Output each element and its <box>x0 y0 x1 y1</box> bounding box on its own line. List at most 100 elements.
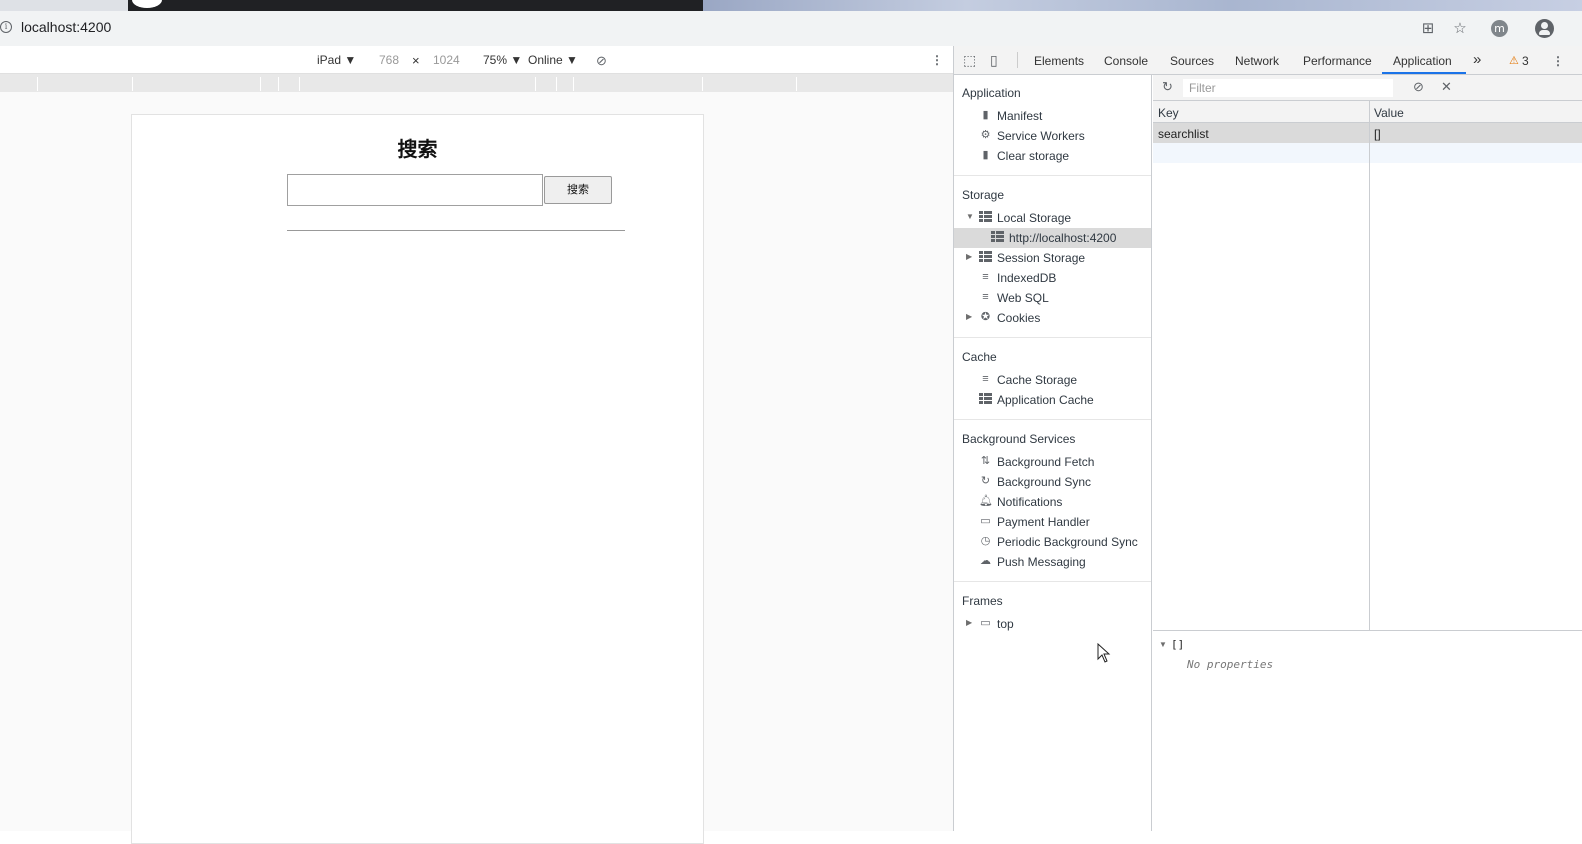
url-text[interactable]: localhost:4200 <box>21 19 111 35</box>
section-storage: Storage <box>962 188 1005 202</box>
tab-sources[interactable]: Sources <box>1170 54 1214 68</box>
sync-icon: ↻ <box>980 475 991 487</box>
width-input[interactable]: 768 <box>379 53 399 67</box>
tab-application[interactable]: Application <box>1393 54 1452 68</box>
window-icon: ▭ <box>980 617 991 629</box>
row-value[interactable]: [] <box>1374 127 1381 141</box>
devtools-menu-icon[interactable]: ⋮ <box>1552 54 1564 68</box>
divider-line <box>287 230 625 231</box>
sidebar-item-background-fetch[interactable]: ⇅ Background Fetch <box>954 452 1151 472</box>
collapsed-arrow-icon[interactable]: ▶ <box>966 312 972 321</box>
value-preview: ▼ [] No properties <box>1153 630 1582 831</box>
column-header-value[interactable]: Value <box>1374 106 1404 120</box>
device-frame: 搜索 搜索 <box>131 114 704 844</box>
site-info-icon[interactable]: i <box>0 21 12 33</box>
sidebar-item-payment-handler[interactable]: ▭ Payment Handler <box>954 512 1151 532</box>
expanded-arrow-icon[interactable]: ▼ <box>966 212 974 221</box>
sidebar-item-background-sync[interactable]: ↻ Background Sync <box>954 472 1151 492</box>
sidebar-item-frame-top[interactable]: ▶ ▭ top <box>954 614 1151 634</box>
emulated-viewport: 搜索 搜索 <box>0 92 953 844</box>
sidebar-item-service-workers[interactable]: ⚙ Service Workers <box>954 126 1151 146</box>
zoom-select[interactable]: 75% ▼ <box>483 53 522 67</box>
table-header: Key Value <box>1153 101 1582 123</box>
clear-all-icon[interactable]: ⊘ <box>1413 79 1424 95</box>
extension-avatar[interactable]: m <box>1491 20 1508 37</box>
sidebar-item-web-sql[interactable]: ≡ Web SQL <box>954 288 1151 308</box>
active-tab-indicator <box>1382 72 1466 74</box>
height-input[interactable]: 1024 <box>433 53 460 67</box>
grid-icon <box>979 251 992 264</box>
sidebar-item-localhost-origin[interactable]: http://localhost:4200 <box>954 228 1151 248</box>
sidebar-item-cookies[interactable]: ▶ ✪ Cookies <box>954 308 1151 328</box>
rotate-icon[interactable]: ⊘ <box>596 53 607 69</box>
sidebar-item-periodic-background-sync[interactable]: ◷ Periodic Background Sync <box>954 532 1151 552</box>
credit-card-icon: ▭ <box>980 515 991 527</box>
storage-view: ↻ Filter ⊘ ✕ Key Value searchlist [] ▼ [… <box>1153 75 1582 831</box>
more-options-icon[interactable]: ⋮ <box>931 53 943 67</box>
collapsed-arrow-icon[interactable]: ▶ <box>966 252 972 261</box>
sidebar-item-cache-storage[interactable]: ≡ Cache Storage <box>954 370 1151 390</box>
section-cache: Cache <box>962 350 997 364</box>
devtools-toolbar: ⬚ ▯ Elements Console Sources Network Per… <box>954 46 1582 75</box>
database-icon: ≡ <box>982 291 989 303</box>
tab-console[interactable]: Console <box>1104 54 1148 68</box>
dimension-separator: × <box>412 53 420 68</box>
section-frames: Frames <box>962 594 1003 608</box>
delete-selected-icon[interactable]: ✕ <box>1441 79 1452 95</box>
cookie-icon: ✪ <box>980 311 991 323</box>
tab-strip-blurred <box>703 0 1582 11</box>
expanded-arrow-icon[interactable]: ▼ <box>1159 640 1167 649</box>
translate-icon[interactable]: ⊞ <box>1418 18 1438 38</box>
bookmark-star-icon[interactable]: ☆ <box>1450 18 1470 38</box>
device-select[interactable]: iPad ▼ <box>317 53 356 67</box>
tab-network[interactable]: Network <box>1235 54 1279 68</box>
database-icon: ≡ <box>982 373 989 385</box>
search-button[interactable]: 搜索 <box>544 176 612 204</box>
address-bar: i localhost:4200 ⊞ ☆ m <box>0 11 1582 46</box>
grid-icon <box>991 231 1004 244</box>
collapsed-arrow-icon[interactable]: ▶ <box>966 618 972 627</box>
sidebar-item-session-storage[interactable]: ▶ Session Storage <box>954 248 1151 268</box>
device-toggle-icon[interactable]: ▯ <box>990 52 998 69</box>
table-row[interactable]: searchlist [] <box>1153 123 1582 143</box>
network-throttle-select[interactable]: Online ▼ <box>528 53 578 67</box>
section-application: Application <box>962 86 1021 100</box>
sidebar-item-application-cache[interactable]: Application Cache <box>954 390 1151 410</box>
preview-no-properties: No properties <box>1187 658 1274 671</box>
database-icon: ≡ <box>982 271 989 283</box>
table-row-empty[interactable] <box>1153 143 1582 163</box>
sidebar-item-clear-storage[interactable]: ▮ Clear storage <box>954 146 1151 166</box>
preview-object[interactable]: [] <box>1171 638 1184 651</box>
up-down-arrows-icon: ⇅ <box>980 455 991 467</box>
sidebar-item-local-storage[interactable]: ▼ Local Storage <box>954 208 1151 228</box>
column-header-key[interactable]: Key <box>1158 106 1179 120</box>
device-toolbar: iPad ▼ 768 × 1024 75% ▼ Online ▼ ⊘ ⋮ <box>0 46 953 74</box>
sidebar-item-push-messaging[interactable]: ☁ Push Messaging <box>954 552 1151 572</box>
profile-icon[interactable] <box>1535 19 1554 38</box>
warning-count[interactable]: 3 <box>1522 54 1529 68</box>
row-key[interactable]: searchlist <box>1158 127 1209 141</box>
inspect-element-icon[interactable]: ⬚ <box>963 52 976 69</box>
page-heading: 搜索 <box>397 137 438 161</box>
more-tabs-icon[interactable]: » <box>1473 51 1481 68</box>
warning-icon[interactable]: ⚠ <box>1509 54 1519 67</box>
column-divider[interactable] <box>1369 101 1370 630</box>
sidebar-item-notifications[interactable]: 🔔︎ Notifications <box>954 492 1151 512</box>
sidebar-item-indexeddb[interactable]: ≡ IndexedDB <box>954 268 1151 288</box>
browser-tabstrip <box>0 0 1582 11</box>
tab-strip-dark <box>128 0 703 11</box>
cloud-icon: ☁ <box>980 555 991 567</box>
search-input[interactable] <box>287 174 543 206</box>
section-background-services: Background Services <box>962 432 1076 446</box>
document-icon: ▮ <box>982 109 989 121</box>
grid-icon <box>979 393 992 406</box>
filter-input[interactable]: Filter <box>1183 79 1393 97</box>
refresh-icon[interactable]: ↻ <box>1162 79 1173 95</box>
media-query-ruler[interactable] <box>0 74 953 92</box>
application-sidebar: Application ▮ Manifest ⚙ Service Workers… <box>954 75 1152 831</box>
tab-elements[interactable]: Elements <box>1034 54 1084 68</box>
sidebar-item-manifest[interactable]: ▮ Manifest <box>954 106 1151 126</box>
tab-performance[interactable]: Performance <box>1303 54 1372 68</box>
mouse-cursor-icon <box>1097 643 1111 663</box>
trash-icon: ▮ <box>982 149 989 161</box>
